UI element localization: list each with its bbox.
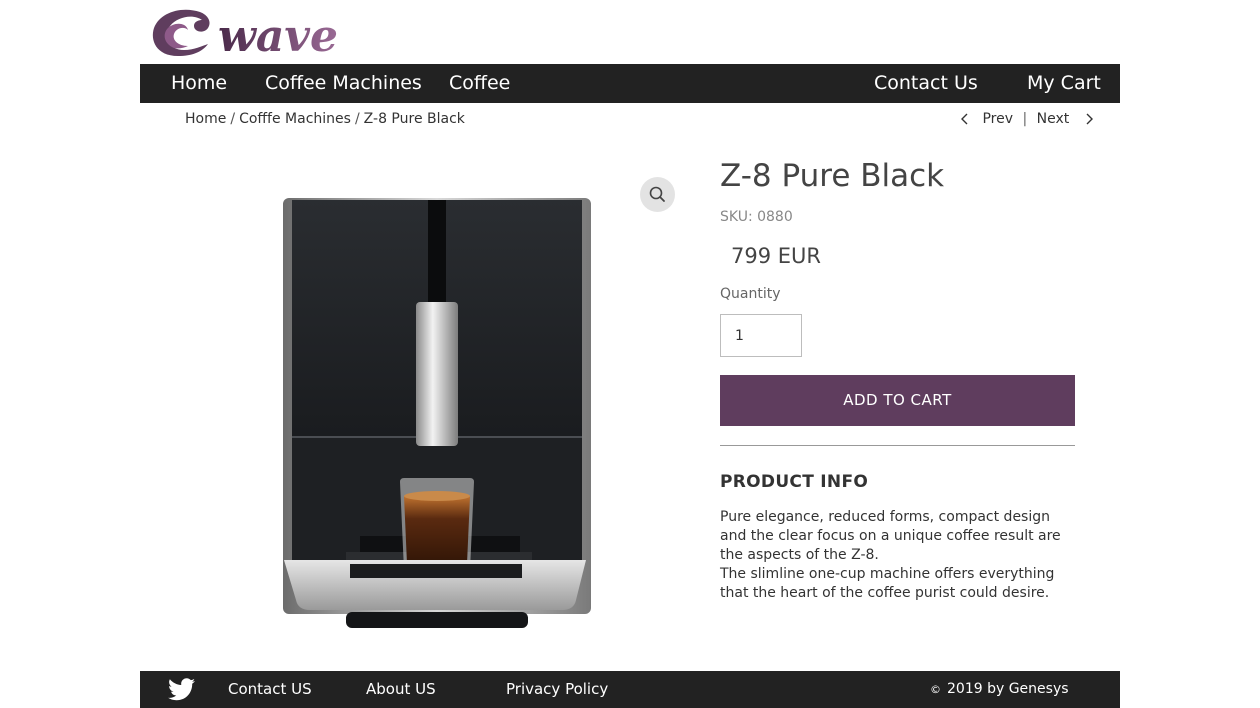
magnifier-icon [649, 186, 665, 202]
nav-my-cart[interactable]: My Cart [1027, 64, 1101, 103]
product-title: Z-8 Pure Black [720, 158, 945, 194]
twitter-icon[interactable] [168, 678, 195, 701]
top-navigation: Home Coffee Machines Coffee Contact Us M… [140, 64, 1120, 103]
product-info-text: Pure elegance, reduced forms, compact de… [720, 508, 1080, 603]
add-to-cart-button[interactable]: ADD TO CART [720, 375, 1075, 426]
prev-link[interactable]: Prev [982, 111, 1013, 127]
nav-home[interactable]: Home [171, 64, 227, 103]
logo-wordmark: wave [218, 11, 338, 60]
product-pager: Prev | Next [958, 111, 1096, 131]
copyright-text: © 2019 by Genesys [930, 671, 1069, 708]
price-currency: EUR [777, 244, 822, 268]
footer-about-link[interactable]: About US [366, 671, 436, 708]
breadcrumb: Home / Cofffe Machines / Z-8 Pure Black [185, 111, 465, 131]
nav-contact-us[interactable]: Contact Us [874, 64, 978, 103]
chevron-left-icon[interactable] [958, 111, 972, 127]
sku-value: 0880 [757, 209, 793, 225]
section-divider [720, 445, 1075, 446]
breadcrumb-home[interactable]: Home [185, 111, 226, 127]
quantity-input[interactable] [720, 314, 802, 357]
footer-privacy-link[interactable]: Privacy Policy [506, 671, 608, 708]
product-info-paragraph: The slimline one-cup machine offers ever… [720, 566, 1055, 601]
quantity-label: Quantity [720, 286, 781, 302]
brand-logo[interactable]: wave [148, 4, 380, 60]
next-link[interactable]: Next [1037, 111, 1070, 127]
product-price: 799 EUR [731, 244, 821, 268]
pager-divider: | [1022, 111, 1028, 127]
breadcrumb-separator: / [354, 111, 360, 127]
sku-label: SKU: [720, 209, 753, 225]
copyright-symbol: © [930, 683, 941, 696]
footer-contact-link[interactable]: Contact US [228, 671, 312, 708]
breadcrumb-separator: / [230, 111, 236, 127]
product-sku: SKU: 0880 [720, 209, 793, 225]
nav-coffee[interactable]: Coffee [449, 64, 510, 103]
product-info-heading: PRODUCT INFO [720, 472, 869, 492]
zoom-button[interactable] [640, 177, 675, 212]
copyright-label: 2019 by Genesys [947, 681, 1069, 697]
price-amount: 799 [731, 244, 772, 268]
product-image[interactable] [240, 160, 630, 652]
site-footer: Contact US About US Privacy Policy © 2019… [140, 671, 1120, 708]
nav-coffee-machines[interactable]: Coffee Machines [265, 64, 422, 103]
breadcrumb-coffee-machines[interactable]: Cofffe Machines [239, 111, 351, 127]
breadcrumb-current: Z-8 Pure Black [363, 111, 465, 127]
product-info-paragraph: Pure elegance, reduced forms, compact de… [720, 509, 1061, 563]
chevron-right-icon[interactable] [1082, 111, 1096, 127]
wave-logo-icon: wave [152, 9, 338, 60]
